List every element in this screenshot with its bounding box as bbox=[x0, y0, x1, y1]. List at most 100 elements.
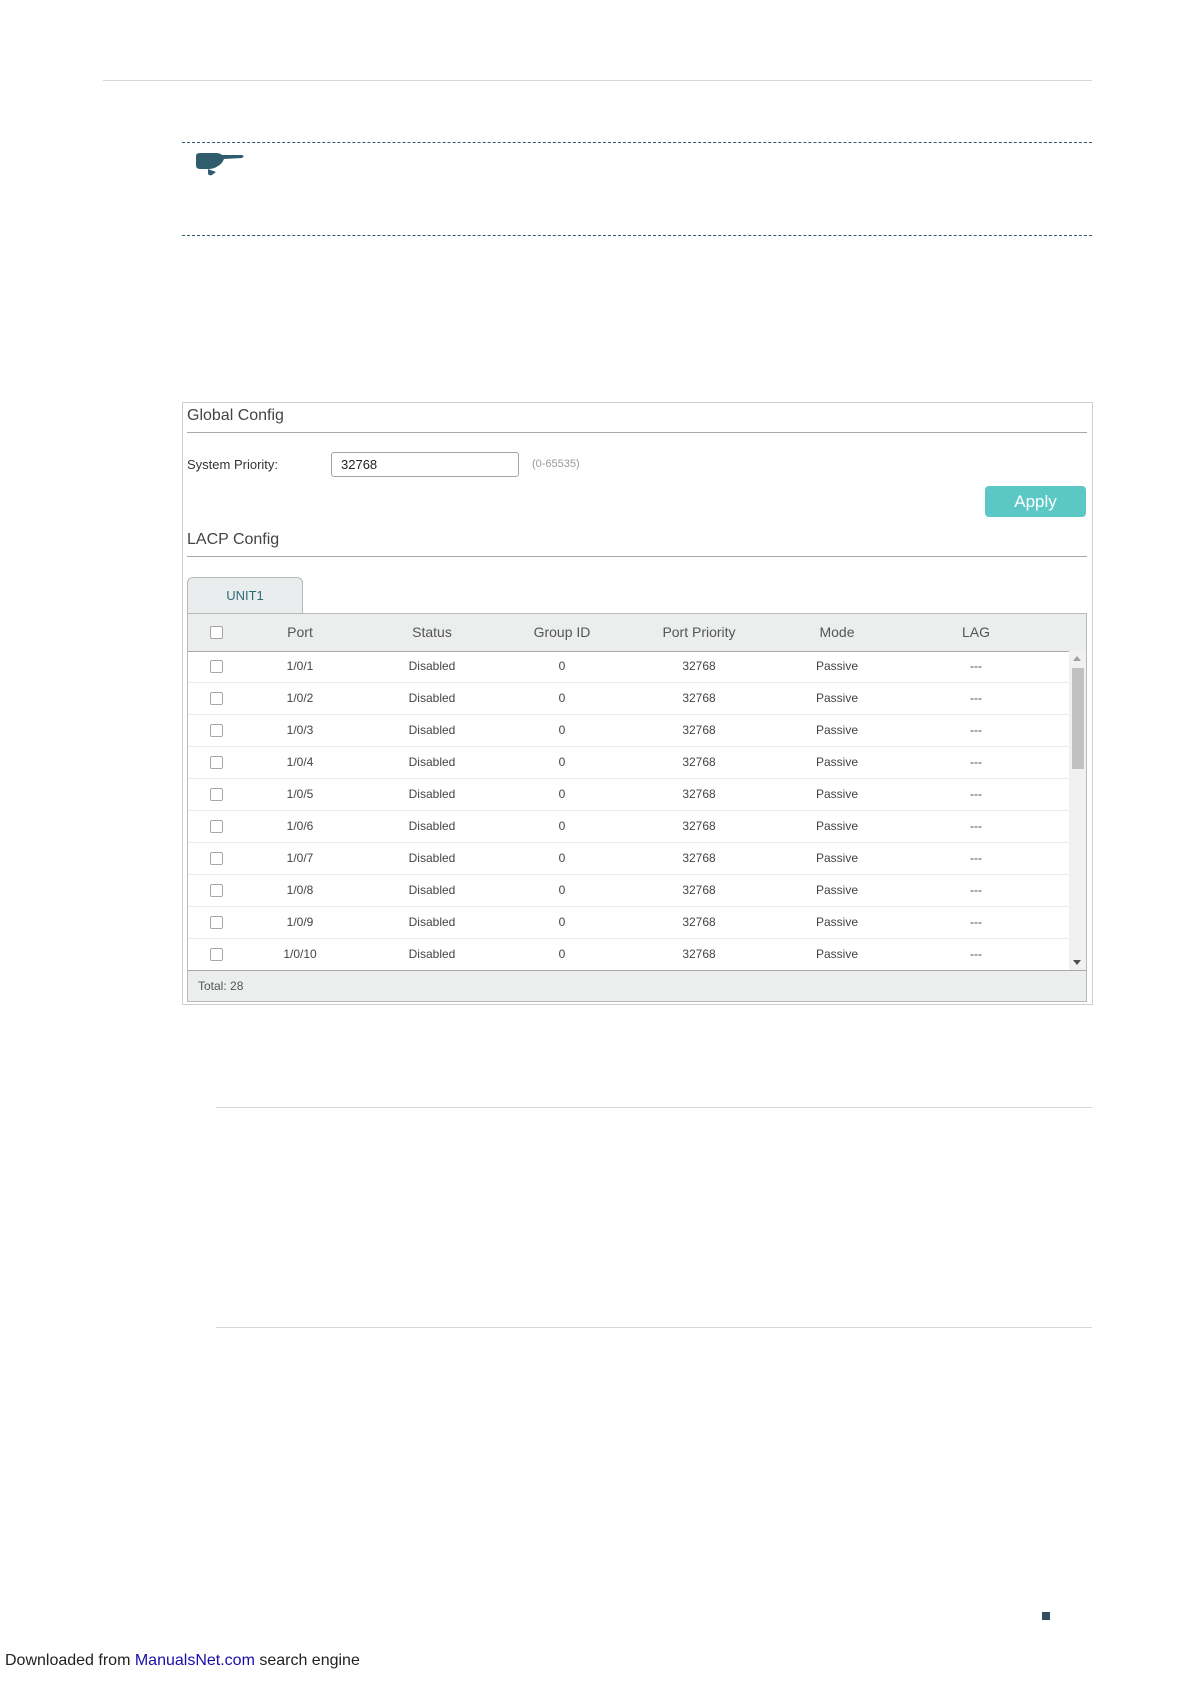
system-priority-input[interactable] bbox=[331, 452, 519, 477]
cell-status: Disabled bbox=[408, 659, 456, 673]
tab-unit1[interactable]: UNIT1 bbox=[187, 577, 303, 614]
cell-port: 1/0/6 bbox=[286, 819, 314, 833]
cell-port: 1/0/9 bbox=[286, 915, 314, 929]
total-count: Total: 28 bbox=[198, 979, 244, 993]
table-body: 1/0/1 Disabled 0 32768 Passive --- 1/0/2… bbox=[188, 651, 1069, 970]
row-checkbox[interactable] bbox=[210, 852, 223, 865]
lacp-port-table: Port Status Group ID Port Priority Mode … bbox=[187, 613, 1087, 1002]
table-row[interactable]: 1/0/1 Disabled 0 32768 Passive --- bbox=[188, 651, 1069, 683]
table-row[interactable]: 1/0/10 Disabled 0 32768 Passive --- bbox=[188, 939, 1069, 970]
cell-lag: --- bbox=[970, 947, 982, 961]
cell-group-id: 0 bbox=[558, 883, 566, 897]
cell-port: 1/0/1 bbox=[286, 659, 314, 673]
page-marker-icon bbox=[1042, 1612, 1050, 1620]
scroll-up-arrow-icon[interactable] bbox=[1073, 656, 1081, 661]
cell-mode: Passive bbox=[815, 883, 859, 897]
select-all-checkbox[interactable] bbox=[210, 626, 223, 639]
table-header: Port Status Group ID Port Priority Mode … bbox=[188, 614, 1086, 652]
cell-lag: --- bbox=[970, 883, 982, 897]
cell-port-priority: 32768 bbox=[682, 787, 716, 801]
column-header-status[interactable]: Status bbox=[382, 614, 482, 651]
table-row[interactable]: 1/0/3 Disabled 0 32768 Passive --- bbox=[188, 715, 1069, 747]
cell-status: Disabled bbox=[408, 755, 456, 769]
cell-group-id: 0 bbox=[558, 787, 566, 801]
cell-lag: --- bbox=[970, 915, 982, 929]
cell-lag: --- bbox=[970, 819, 982, 833]
manualsnet-link[interactable]: ManualsNet.com bbox=[135, 1652, 255, 1669]
table-row[interactable]: 1/0/6 Disabled 0 32768 Passive --- bbox=[188, 811, 1069, 843]
pointing-hand-icon bbox=[196, 153, 244, 176]
cell-port-priority: 32768 bbox=[682, 755, 716, 769]
cell-port: 1/0/5 bbox=[286, 787, 314, 801]
footer-prefix: Downloaded from bbox=[5, 1652, 135, 1669]
download-footer: Downloaded from ManualsNet.com search en… bbox=[5, 1652, 360, 1670]
apply-button[interactable]: Apply bbox=[985, 486, 1086, 517]
cell-group-id: 0 bbox=[558, 755, 566, 769]
cell-status: Disabled bbox=[408, 947, 456, 961]
global-config-title: Global Config bbox=[187, 407, 284, 424]
row-checkbox[interactable] bbox=[210, 756, 223, 769]
cell-port: 1/0/3 bbox=[286, 723, 314, 737]
table-row[interactable]: 1/0/2 Disabled 0 32768 Passive --- bbox=[188, 683, 1069, 715]
lag-settings-panel: Global Config System Priority: (0-65535)… bbox=[182, 402, 1093, 1005]
row-checkbox[interactable] bbox=[210, 788, 223, 801]
column-header-port-priority[interactable]: Port Priority bbox=[634, 614, 764, 651]
cell-lag: --- bbox=[970, 659, 982, 673]
table-footer: Total: 28 bbox=[188, 970, 1086, 1001]
cell-lag: --- bbox=[970, 691, 982, 705]
cell-lag: --- bbox=[970, 755, 982, 769]
lacp-config-title: LACP Config bbox=[187, 531, 280, 548]
scroll-down-arrow-icon[interactable] bbox=[1073, 960, 1081, 965]
scroll-thumb[interactable] bbox=[1072, 668, 1084, 769]
global-config-divider bbox=[187, 432, 1087, 433]
lacp-config-divider bbox=[187, 556, 1087, 557]
cell-status: Disabled bbox=[408, 723, 456, 737]
table-row[interactable]: 1/0/5 Disabled 0 32768 Passive --- bbox=[188, 779, 1069, 811]
cell-port-priority: 32768 bbox=[682, 659, 716, 673]
header-divider bbox=[103, 80, 1092, 81]
cell-group-id: 0 bbox=[558, 915, 566, 929]
cell-mode: Passive bbox=[815, 691, 859, 705]
cell-lag: --- bbox=[970, 787, 982, 801]
row-checkbox[interactable] bbox=[210, 724, 223, 737]
system-priority-label: System Priority: bbox=[187, 457, 279, 472]
cell-mode: Passive bbox=[815, 787, 859, 801]
table-row[interactable]: 1/0/9 Disabled 0 32768 Passive --- bbox=[188, 907, 1069, 939]
note-top-border bbox=[182, 142, 1092, 143]
row-checkbox[interactable] bbox=[210, 948, 223, 961]
column-header-group-id[interactable]: Group ID bbox=[512, 614, 612, 651]
row-checkbox[interactable] bbox=[210, 692, 223, 705]
cell-port-priority: 32768 bbox=[682, 915, 716, 929]
cell-mode: Passive bbox=[815, 755, 859, 769]
row-checkbox[interactable] bbox=[210, 884, 223, 897]
row-checkbox[interactable] bbox=[210, 916, 223, 929]
footer-suffix: search engine bbox=[254, 1652, 360, 1669]
system-priority-range-hint: (0-65535) bbox=[532, 458, 580, 470]
row-checkbox[interactable] bbox=[210, 820, 223, 833]
cell-lag: --- bbox=[970, 851, 982, 865]
column-header-mode[interactable]: Mode bbox=[782, 614, 892, 651]
table-scrollbar[interactable] bbox=[1069, 651, 1086, 970]
cell-port-priority: 32768 bbox=[682, 819, 716, 833]
cell-port: 1/0/7 bbox=[286, 851, 314, 865]
table-row[interactable]: 1/0/7 Disabled 0 32768 Passive --- bbox=[188, 843, 1069, 875]
cell-port: 1/0/2 bbox=[286, 691, 314, 705]
cell-mode: Passive bbox=[815, 819, 859, 833]
cell-status: Disabled bbox=[408, 915, 456, 929]
cell-port: 1/0/10 bbox=[283, 947, 317, 961]
column-header-port[interactable]: Port bbox=[255, 614, 345, 651]
cell-port: 1/0/8 bbox=[286, 883, 314, 897]
table-row[interactable]: 1/0/8 Disabled 0 32768 Passive --- bbox=[188, 875, 1069, 907]
cell-mode: Passive bbox=[815, 723, 859, 737]
cell-port-priority: 32768 bbox=[682, 883, 716, 897]
cell-port: 1/0/4 bbox=[286, 755, 314, 769]
cell-mode: Passive bbox=[815, 915, 859, 929]
cell-status: Disabled bbox=[408, 851, 456, 865]
row-checkbox[interactable] bbox=[210, 660, 223, 673]
cell-group-id: 0 bbox=[558, 691, 566, 705]
column-header-lag[interactable]: LAG bbox=[911, 614, 1041, 651]
cell-lag: --- bbox=[970, 723, 982, 737]
cell-port-priority: 32768 bbox=[682, 947, 716, 961]
table-row[interactable]: 1/0/4 Disabled 0 32768 Passive --- bbox=[188, 747, 1069, 779]
table-top-divider bbox=[216, 1107, 1092, 1108]
